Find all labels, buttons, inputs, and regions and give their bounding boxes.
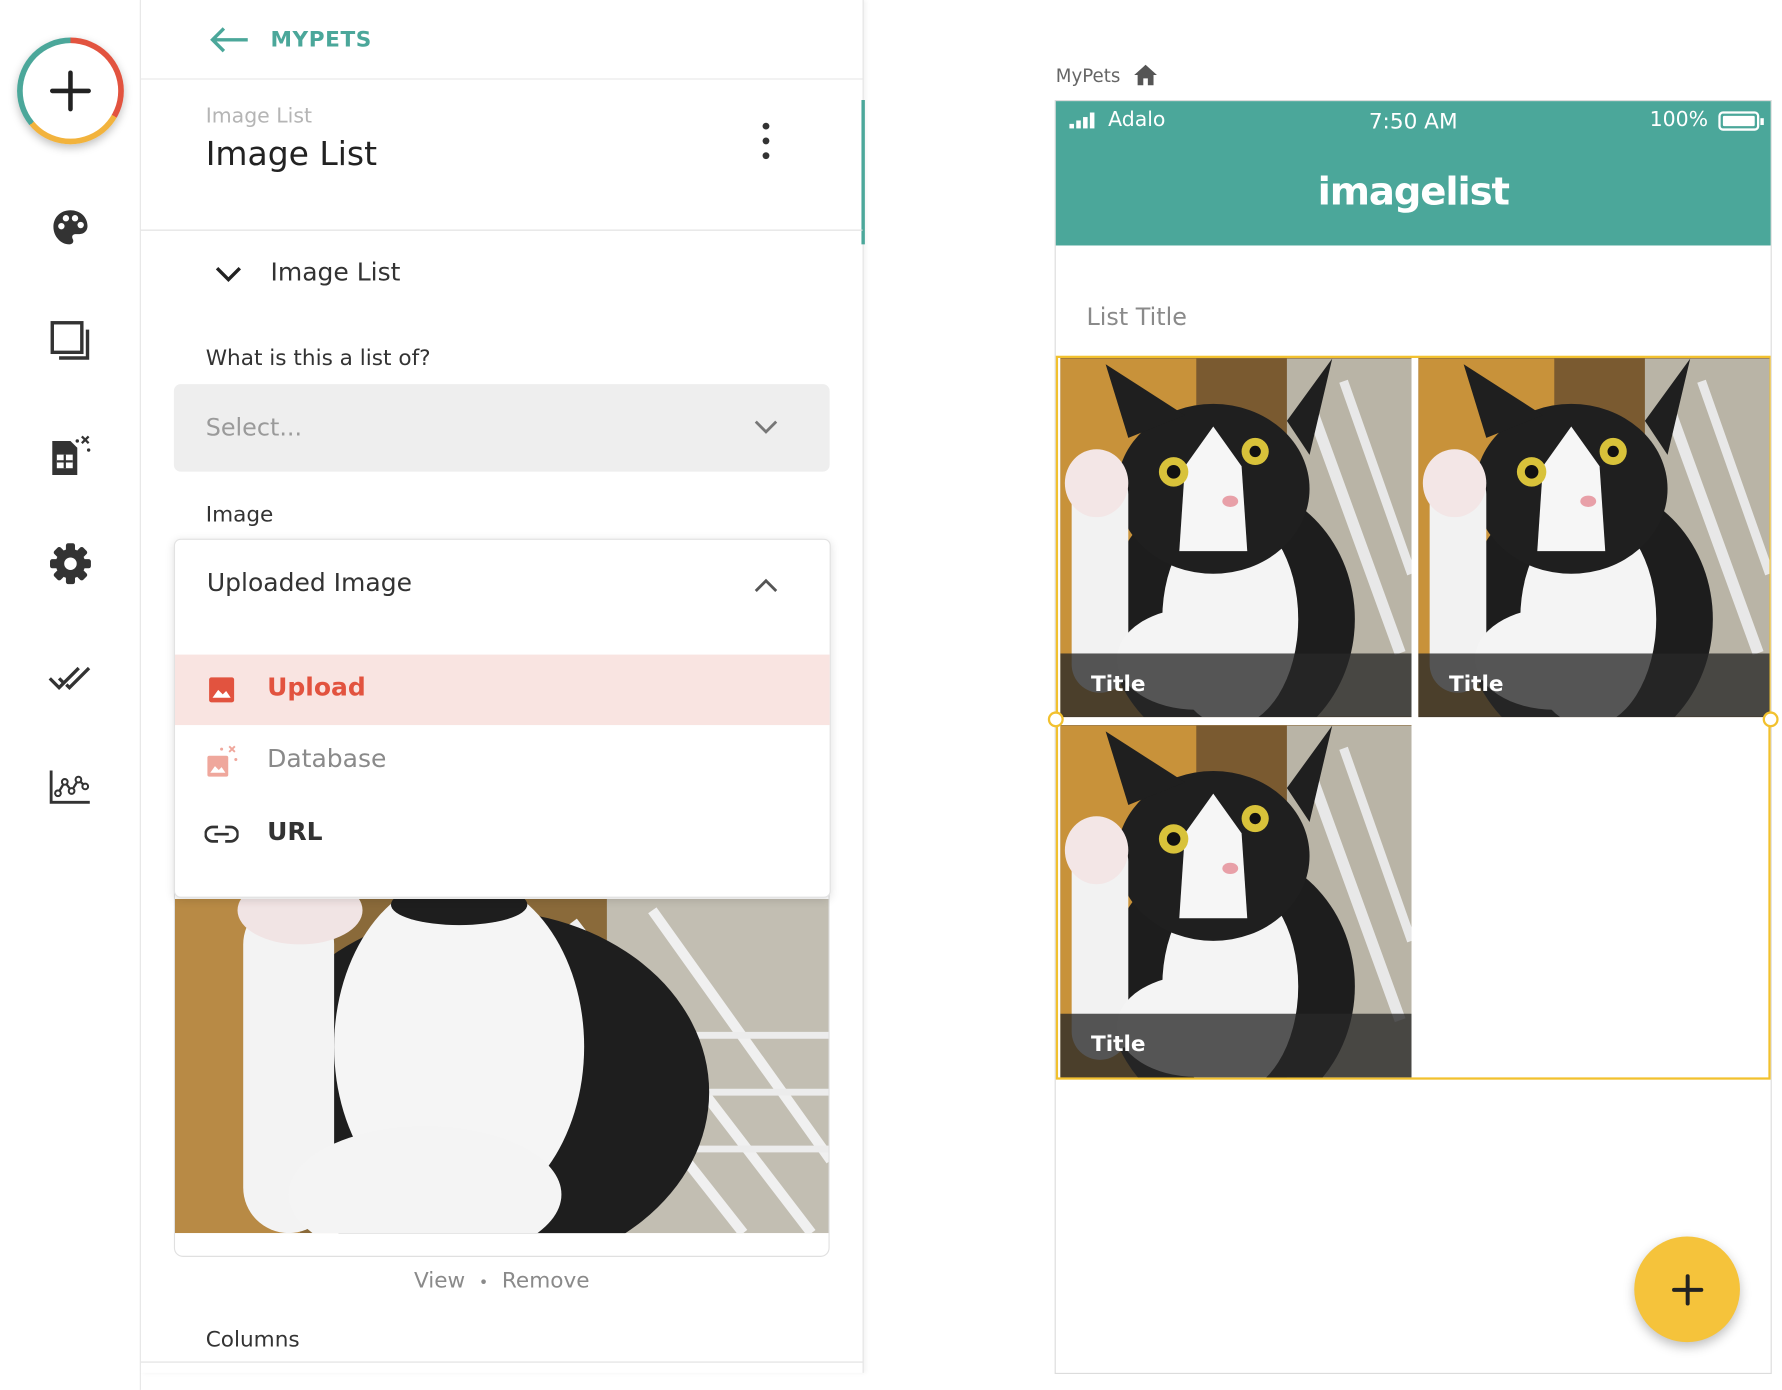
section-label: Image List [270,259,401,288]
chevron-down-icon [215,266,242,282]
resize-handle-left[interactable] [1047,711,1064,728]
option-upload[interactable]: Upload [175,654,830,726]
tile-caption: Title [1060,1013,1412,1078]
app-bar: Adalo 7:50 AM 100% imagelist [1055,101,1771,246]
back-label: MYPETS [270,27,372,53]
tile-caption: Title [1060,653,1412,718]
image-preview-card [173,840,830,1257]
divider [140,78,863,80]
list-of-select[interactable]: Select... [173,384,830,472]
plus-icon [50,70,91,112]
image-icon [205,673,239,707]
component-title: Image List [205,134,378,173]
chevron-down-icon [754,420,778,434]
image-actions: View • Remove [141,1268,863,1293]
arrow-left-icon [210,27,248,53]
breadcrumb: MyPets [1056,63,1159,88]
tile-title: Title [1449,671,1504,697]
component-subtitle: Image List [205,104,313,129]
database-image-icon [205,744,239,778]
palette-icon[interactable] [48,205,93,250]
select-placeholder: Select... [205,413,303,441]
back-button[interactable]: MYPETS [209,25,372,55]
option-label: Database [267,745,387,774]
image-label: Image [205,502,274,528]
app-title: imagelist [1317,169,1510,215]
divider [140,1361,863,1363]
image-source-value: Uploaded Image [206,569,412,598]
breadcrumb-app[interactable]: MyPets [1056,64,1121,86]
add-component-button[interactable] [17,37,124,145]
list-title: List Title [1086,303,1187,331]
home-icon[interactable] [1132,63,1159,88]
chevron-up-icon[interactable] [752,576,779,594]
database-icon[interactable] [48,432,93,477]
left-rail [0,0,141,1390]
status-battery: 100% [1649,107,1709,132]
tile-title: Title [1091,671,1146,697]
divider [140,229,863,231]
option-label: Upload [267,673,366,703]
battery-icon [1718,111,1764,131]
option-url[interactable]: URL [175,799,830,869]
resize-handle-right[interactable] [1762,711,1779,728]
more-options-icon[interactable] [755,122,778,160]
image-list-component[interactable]: Title Title Title [1047,355,1779,1080]
remove-link[interactable]: Remove [502,1268,590,1293]
active-indicator [861,100,865,245]
separator: • [478,1273,489,1293]
option-database[interactable]: Database [175,726,830,796]
add-fab-button[interactable] [1634,1236,1740,1343]
properties-panel: MYPETS Image List Image List Image List … [140,0,865,1373]
tile-caption: Title [1418,653,1770,718]
image-tile[interactable]: Title [1060,357,1412,718]
cat-image [175,898,829,1234]
phone-preview: Adalo 7:50 AM 100% imagelist List Title … [1047,100,1779,1375]
list-of-label: What is this a list of? [205,345,431,371]
screens-icon[interactable] [48,318,93,363]
view-link[interactable]: View [414,1268,465,1293]
image-tile[interactable]: Title [1418,357,1770,718]
link-icon [204,817,239,851]
option-label: URL [267,818,323,847]
image-tile[interactable]: Title [1060,725,1412,1078]
image-source-dropdown[interactable]: Uploaded Image Upload Database URL [173,538,831,898]
plus-icon [1671,1273,1703,1305]
analytics-icon[interactable] [48,764,93,809]
double-check-icon[interactable] [48,655,93,700]
settings-gear-icon[interactable] [48,541,93,586]
columns-label: Columns [205,1327,300,1353]
tile-title: Title [1091,1031,1146,1057]
section-toggle[interactable]: Image List [214,259,401,288]
